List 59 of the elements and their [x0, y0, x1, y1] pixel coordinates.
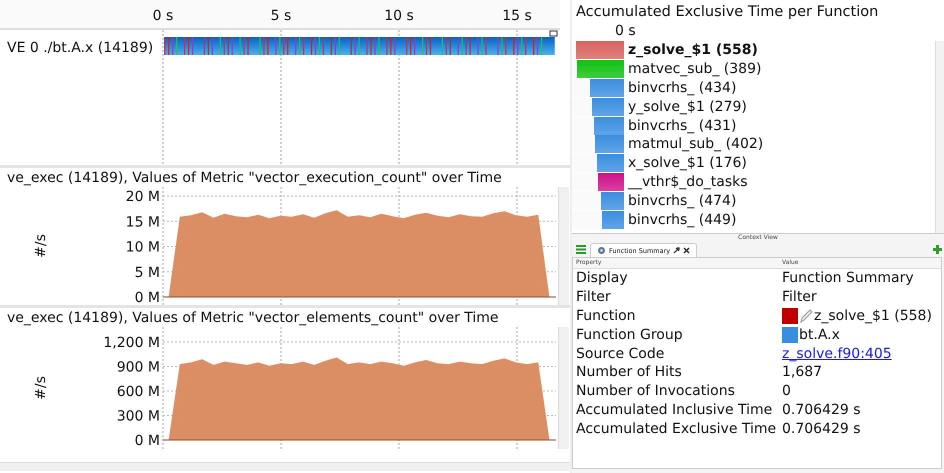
- add-icon[interactable]: [933, 245, 942, 254]
- function-item[interactable]: y_solve_$1 (279): [624, 98, 747, 115]
- function-item[interactable]: binvcrhs_ (474): [624, 192, 736, 209]
- property-cell-text: Source Code: [575, 346, 666, 362]
- close-icon[interactable]: [683, 247, 690, 254]
- tick-label: 1,200 M: [103, 335, 160, 352]
- function-item[interactable]: z_solve_$1 (558): [624, 42, 758, 58]
- value-cell: 0.706429 s: [782, 402, 861, 418]
- tick-label: 5 s: [270, 8, 292, 24]
- property-cell-text: Number of Invocations: [575, 383, 736, 400]
- value-cell: 1,687: [782, 364, 822, 380]
- scrollbar[interactable]: [558, 187, 569, 305]
- list-icon[interactable]: [576, 245, 586, 254]
- maximize-icon[interactable]: [550, 30, 558, 36]
- value-cell: Function Summary: [782, 270, 914, 286]
- function-item[interactable]: matmul_sub_ (402): [624, 136, 764, 152]
- property-cell-text: Filter: [575, 289, 612, 306]
- process-label: VE 0 ./bt.A.x (14189): [7, 40, 154, 56]
- value-cell: 0: [782, 383, 791, 400]
- tick-label: 300 M: [116, 408, 160, 424]
- value-cell: Filter: [782, 289, 817, 306]
- property-cell-text: Accumulated Exclusive Time: [575, 420, 778, 437]
- tick-label: 10 M: [126, 240, 160, 256]
- function-item[interactable]: binvcrhs_ (434): [624, 80, 736, 96]
- function-item[interactable]: binvcrhs_ (449): [624, 212, 736, 228]
- function-item[interactable]: matvec_sub_ (389): [624, 61, 762, 78]
- property-cell-text: Function: [575, 308, 637, 324]
- function-item[interactable]: __vthr$_do_tasks: [624, 174, 748, 190]
- property-cell-text: Accumulated Inclusive Time: [575, 402, 774, 418]
- function-item[interactable]: x_solve_$1 (176): [624, 155, 747, 172]
- tick-label: 0 M: [134, 290, 160, 305]
- value-cell: bt.A.x: [799, 326, 840, 343]
- source-link[interactable]: z_solve.f90:405: [782, 346, 892, 362]
- axis-label: #/s: [33, 234, 49, 258]
- tick-label: 5 M: [134, 264, 160, 281]
- scrollbar[interactable]: [558, 327, 569, 449]
- property-cell-text: Function Group: [575, 326, 684, 343]
- chart-title: ve_exec (14189), Values of Metric "vector_elements_count" over Time: [6, 309, 500, 327]
- scrollbar[interactable]: [0, 462, 570, 471]
- tick-label: 600 M: [116, 384, 160, 400]
- pencil-icon[interactable]: [798, 308, 814, 324]
- tick-label: 20 M: [126, 189, 160, 206]
- function-item[interactable]: binvcrhs_ (431): [624, 118, 736, 134]
- property-cell-text: Number of Hits: [575, 364, 683, 380]
- axis-label: #/s: [33, 376, 49, 400]
- tick-label: 15 M: [126, 214, 160, 230]
- property-cell-text: Display: [575, 270, 629, 286]
- tick-label: 900 M: [116, 360, 160, 376]
- scrollbar[interactable]: [935, 41, 944, 233]
- tick-label: 10 s: [384, 8, 414, 24]
- tick-label: 0 s: [152, 8, 174, 24]
- axis-label: 0 s: [614, 23, 637, 41]
- value-cell: z_solve_$1 (558): [814, 308, 932, 324]
- panel-title: Accumulated Exclusive Time per Function: [575, 3, 880, 22]
- pin-icon[interactable]: [673, 247, 680, 254]
- chart-title: ve_exec (14189), Values of Metric "vector_execution_count" over Time: [6, 169, 503, 187]
- value-cell: 0.706429 s: [782, 420, 861, 437]
- tick-label: 15 s: [502, 8, 532, 24]
- tick-label: 0 M: [134, 433, 160, 449]
